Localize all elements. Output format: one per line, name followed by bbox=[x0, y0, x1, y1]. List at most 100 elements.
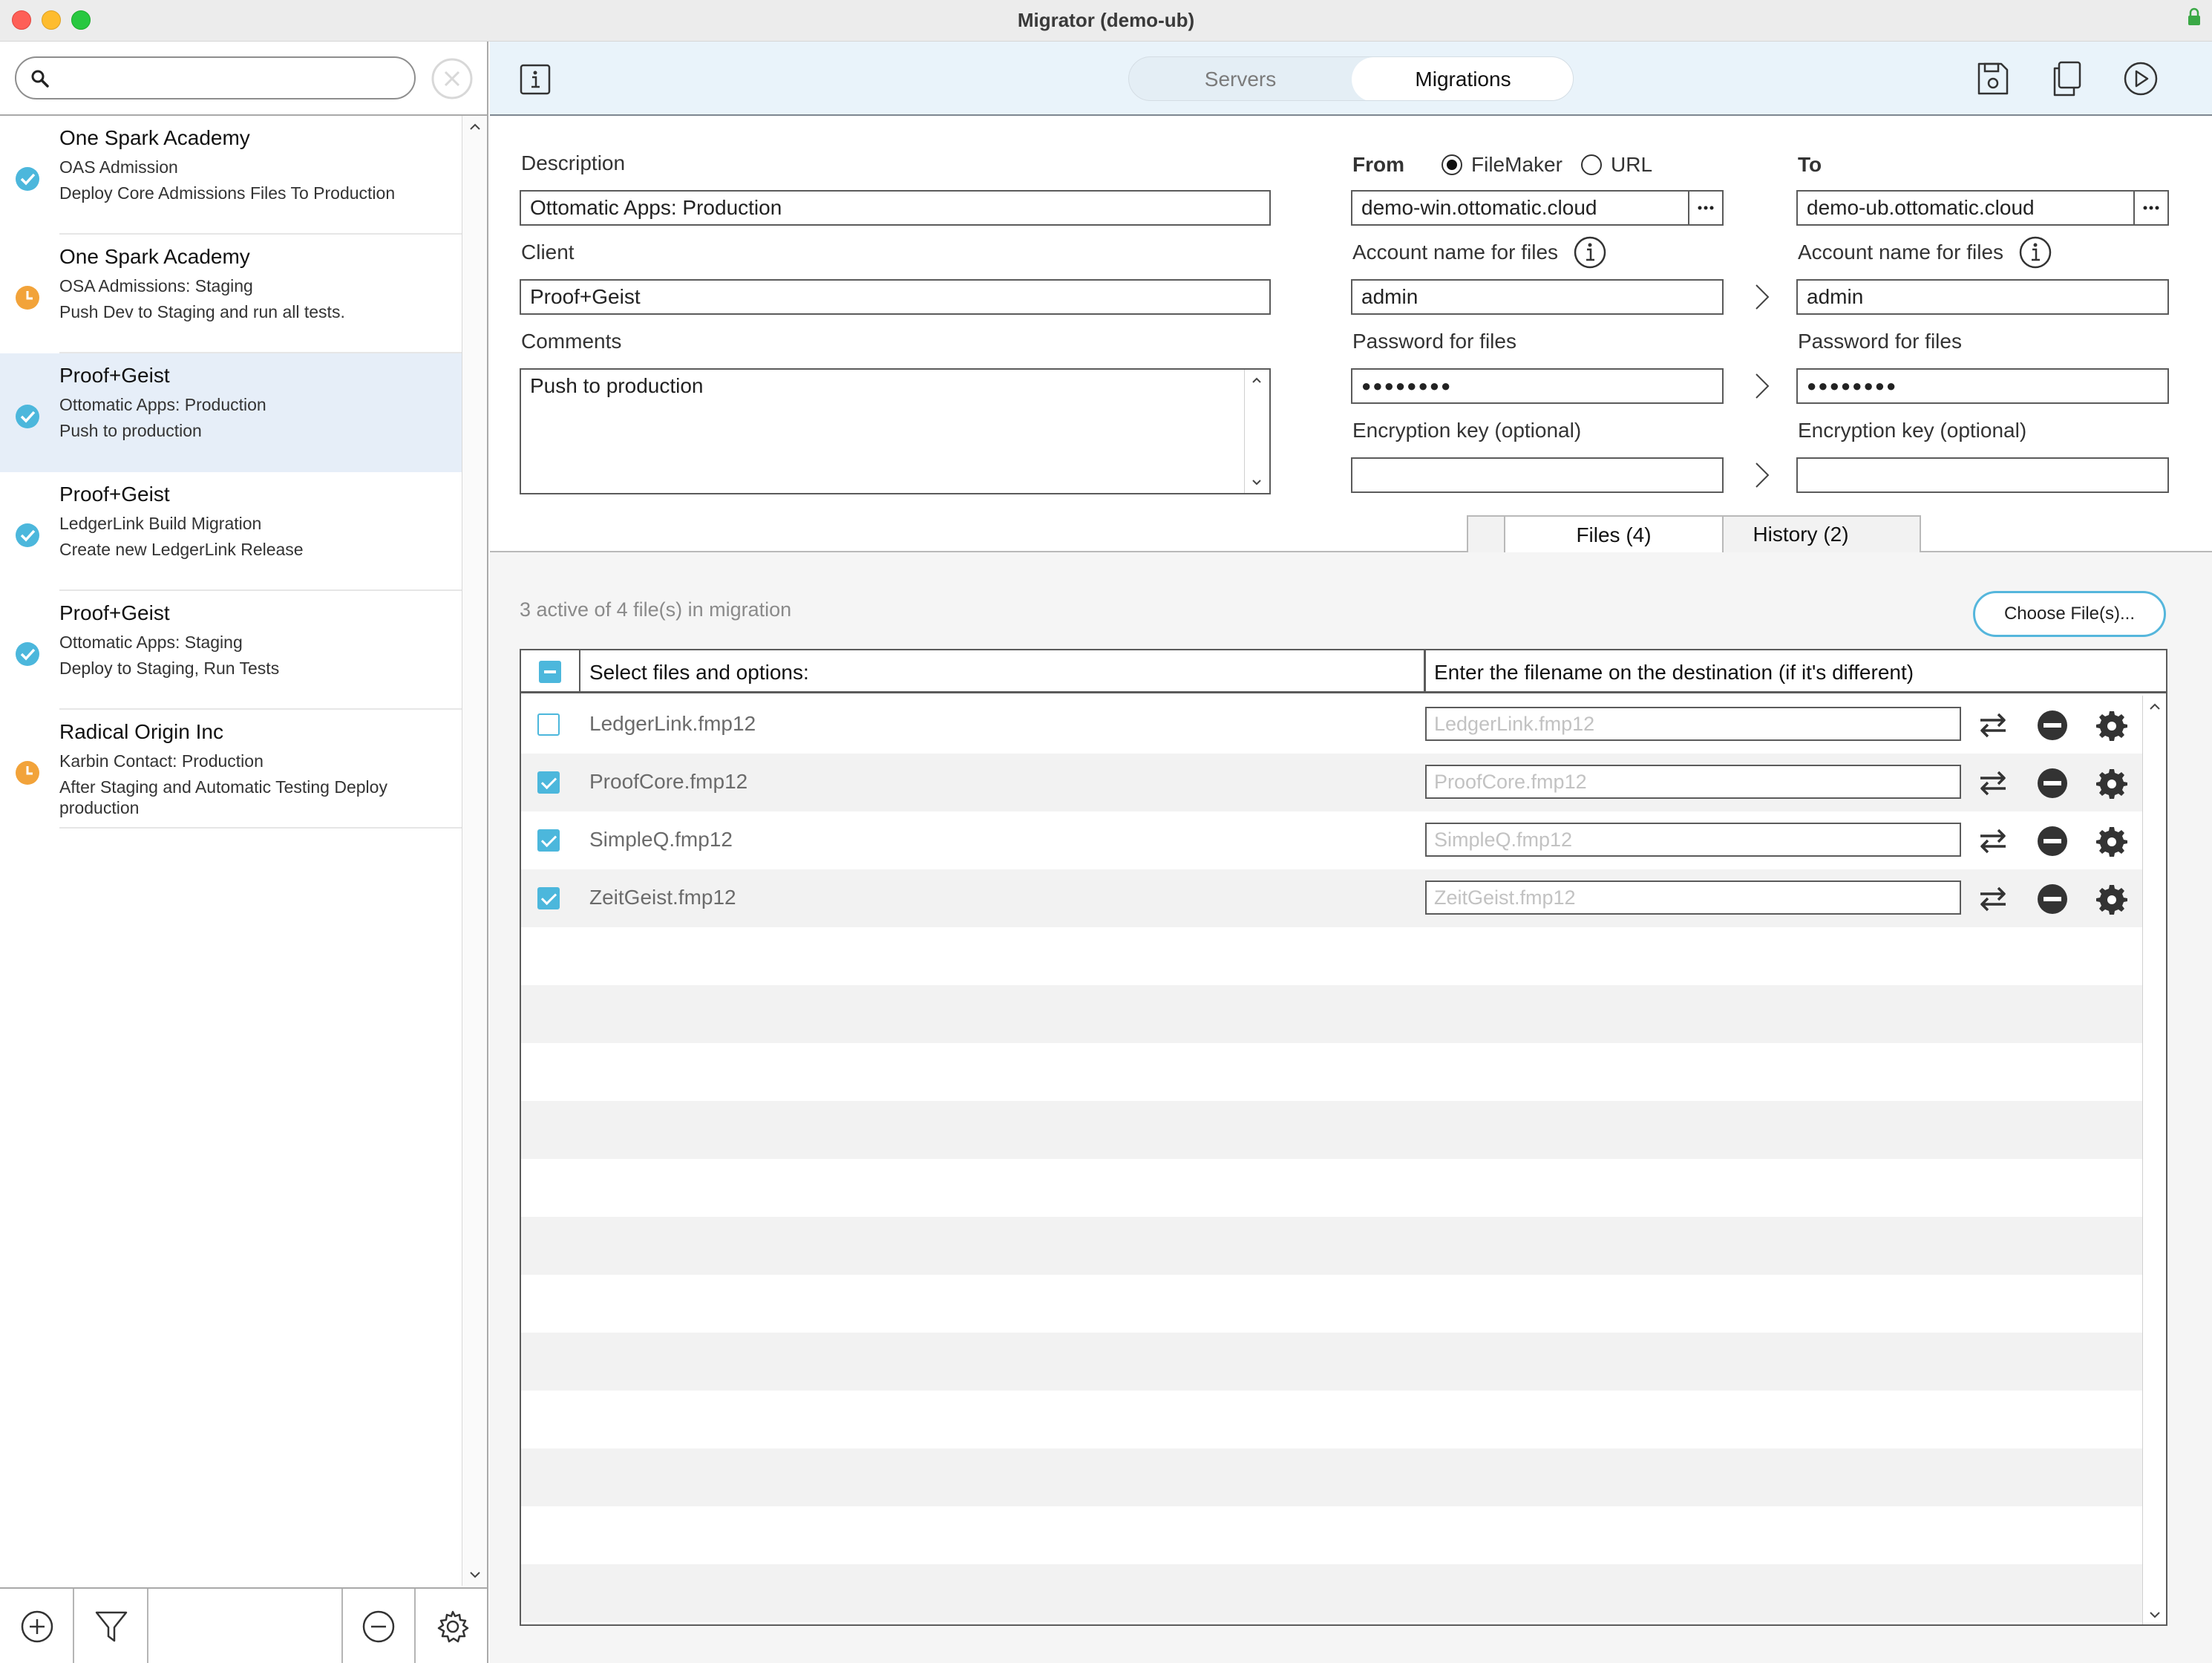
add-migration-button[interactable] bbox=[0, 1589, 74, 1663]
from-label: From bbox=[1352, 153, 1404, 176]
list-item-selected[interactable]: Proof+Geist Ottomatic Apps: Production P… bbox=[0, 353, 462, 472]
gear-icon[interactable] bbox=[2096, 768, 2127, 799]
table-row-stripe bbox=[521, 1448, 2142, 1506]
list-item-description: Push Dev to Staging and run all tests. bbox=[59, 302, 345, 321]
to-host-browse-button[interactable] bbox=[2133, 192, 2167, 224]
filemaker-radio[interactable] bbox=[1442, 154, 1462, 175]
swap-icon[interactable] bbox=[1977, 768, 2009, 799]
list-item[interactable]: Radical Origin Inc Karbin Contact: Produ… bbox=[16, 710, 462, 829]
destination-filename-input[interactable]: ZeitGeist.fmp12 bbox=[1425, 880, 1961, 915]
list-item[interactable]: One Spark Academy OAS Admission Deploy C… bbox=[16, 116, 462, 235]
list-item-name: OSA Admissions: Staging bbox=[59, 276, 253, 295]
list-item-client: One Spark Academy bbox=[59, 126, 250, 149]
destination-filename-input[interactable]: SimpleQ.fmp12 bbox=[1425, 823, 1961, 857]
client-label: Client bbox=[521, 241, 575, 264]
choose-files-button[interactable]: Choose File(s)... bbox=[1973, 591, 2166, 637]
list-item-name: Ottomatic Apps: Production bbox=[59, 395, 266, 414]
destination-filename-input[interactable]: ProofCore.fmp12 bbox=[1425, 765, 1961, 799]
scroll-up-icon[interactable] bbox=[2148, 700, 2162, 713]
list-item-name: OAS Admission bbox=[59, 157, 178, 177]
to-account-field[interactable]: admin bbox=[1796, 279, 2169, 315]
file-checkbox[interactable] bbox=[537, 829, 560, 852]
tab-migrations[interactable]: Migrations bbox=[1352, 57, 1573, 100]
search-input[interactable] bbox=[15, 56, 416, 99]
filter-icon bbox=[95, 1611, 128, 1642]
info-icon[interactable] bbox=[520, 64, 551, 95]
gear-icon[interactable] bbox=[2096, 710, 2127, 741]
from-host-field[interactable]: demo-win.ottomatic.cloud bbox=[1351, 190, 1724, 226]
list-item-client: Radical Origin Inc bbox=[59, 720, 223, 743]
filter-button[interactable] bbox=[74, 1589, 148, 1663]
to-host-field[interactable]: demo-ub.ottomatic.cloud bbox=[1796, 190, 2169, 226]
url-radio-label[interactable]: URL bbox=[1611, 153, 1652, 177]
list-item-name: LedgerLink Build Migration bbox=[59, 514, 262, 533]
description-field[interactable]: Ottomatic Apps: Production bbox=[520, 190, 1271, 226]
comments-scrollbar[interactable] bbox=[1244, 370, 1269, 493]
tab-files[interactable]: Files (4) bbox=[1504, 515, 1724, 554]
swap-icon[interactable] bbox=[1977, 826, 2009, 857]
list-item-client: One Spark Academy bbox=[59, 245, 250, 268]
sidebar-settings-button[interactable] bbox=[416, 1589, 490, 1663]
files-table-scrollbar[interactable] bbox=[2142, 696, 2166, 1624]
scroll-down-icon[interactable] bbox=[468, 1568, 482, 1581]
divider bbox=[579, 650, 580, 693]
to-encryption-field[interactable] bbox=[1796, 457, 2169, 493]
from-password-label: Password for files bbox=[1352, 330, 1516, 353]
gear-icon[interactable] bbox=[2096, 826, 2127, 857]
save-icon[interactable] bbox=[1973, 59, 2012, 98]
select-all-checkbox[interactable] bbox=[539, 661, 561, 683]
scroll-down-icon[interactable] bbox=[1251, 477, 1263, 489]
table-row: SimpleQ.fmp12 SimpleQ.fmp12 bbox=[521, 811, 2142, 869]
pending-clock-icon bbox=[16, 761, 39, 785]
sidebar-footer bbox=[0, 1587, 487, 1663]
clear-search-icon[interactable] bbox=[431, 57, 474, 100]
info-icon[interactable] bbox=[1574, 236, 1606, 269]
list-item[interactable]: Proof+Geist Ottomatic Apps: Staging Depl… bbox=[16, 591, 462, 710]
run-icon[interactable] bbox=[2121, 59, 2160, 98]
from-host-browse-button[interactable] bbox=[1688, 192, 1722, 224]
list-item[interactable]: Proof+Geist LedgerLink Build Migration C… bbox=[16, 472, 462, 591]
list-item[interactable]: One Spark Academy OSA Admissions: Stagin… bbox=[16, 235, 462, 353]
from-account-field[interactable]: admin bbox=[1351, 279, 1724, 315]
remove-file-icon[interactable] bbox=[2037, 826, 2068, 857]
comments-textarea[interactable]: Push to production bbox=[520, 368, 1271, 494]
files-table: Select files and options: Enter the file… bbox=[520, 649, 2167, 1626]
from-encryption-field[interactable] bbox=[1351, 457, 1724, 493]
to-password-field[interactable]: ●●●●●●●● bbox=[1796, 368, 2169, 404]
tab-servers[interactable]: Servers bbox=[1129, 57, 1352, 100]
client-field[interactable]: Proof+Geist bbox=[520, 279, 1271, 315]
list-item-description: Deploy Core Admissions Files To Producti… bbox=[59, 183, 396, 203]
filemaker-radio-label[interactable]: FileMaker bbox=[1471, 153, 1563, 177]
table-row-stripe bbox=[521, 1333, 2142, 1391]
remove-file-icon[interactable] bbox=[2037, 710, 2068, 741]
lock-icon bbox=[2188, 7, 2200, 25]
url-radio[interactable] bbox=[1581, 154, 1602, 175]
from-password-field[interactable]: ●●●●●●●● bbox=[1351, 368, 1724, 404]
ellipsis-icon bbox=[2143, 206, 2159, 210]
to-host-value: demo-ub.ottomatic.cloud bbox=[1807, 196, 2035, 219]
scroll-up-icon[interactable] bbox=[468, 120, 482, 134]
view-segmented-control: Servers Migrations bbox=[1128, 56, 1574, 101]
swap-icon[interactable] bbox=[1977, 883, 2009, 915]
file-checkbox[interactable] bbox=[537, 887, 560, 909]
sidebar-scrollbar[interactable] bbox=[462, 116, 487, 1586]
info-icon[interactable] bbox=[2019, 236, 2052, 269]
remove-migration-button[interactable] bbox=[341, 1589, 416, 1663]
destination-filename-input[interactable]: LedgerLink.fmp12 bbox=[1425, 707, 1961, 741]
settings-icon bbox=[437, 1610, 469, 1643]
file-checkbox[interactable] bbox=[537, 713, 560, 736]
table-row-stripe bbox=[521, 1217, 2142, 1275]
table-row: ProofCore.fmp12 ProofCore.fmp12 bbox=[521, 754, 2142, 811]
file-name: ProofCore.fmp12 bbox=[589, 770, 748, 793]
list-item-description: Create new LedgerLink Release bbox=[59, 540, 304, 559]
file-checkbox[interactable] bbox=[537, 771, 560, 794]
pending-clock-icon bbox=[16, 286, 39, 310]
list-item-name: Ottomatic Apps: Staging bbox=[59, 633, 243, 652]
duplicate-icon[interactable] bbox=[2047, 59, 2086, 98]
swap-icon[interactable] bbox=[1977, 710, 2009, 741]
scroll-down-icon[interactable] bbox=[2148, 1608, 2162, 1621]
gear-icon[interactable] bbox=[2096, 883, 2127, 915]
remove-file-icon[interactable] bbox=[2037, 768, 2068, 799]
scroll-up-icon[interactable] bbox=[1251, 374, 1263, 386]
remove-file-icon[interactable] bbox=[2037, 883, 2068, 915]
